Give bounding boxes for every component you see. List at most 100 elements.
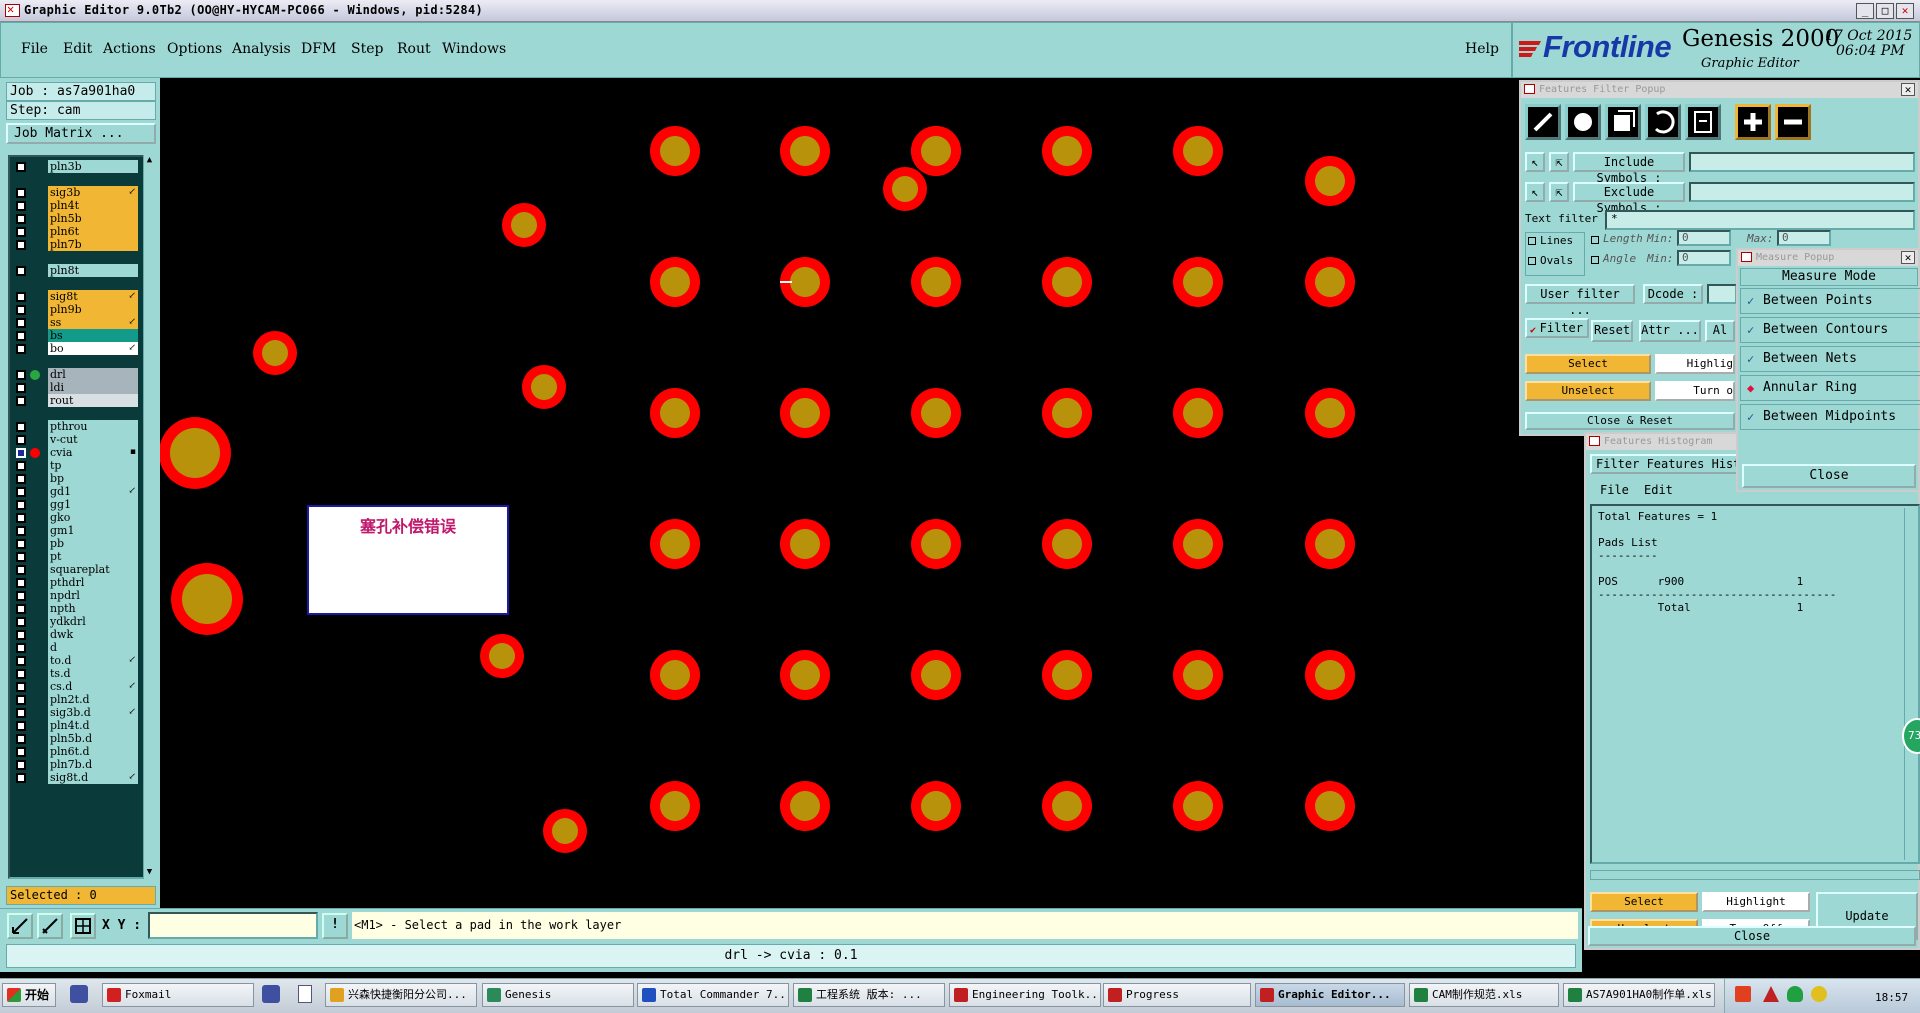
tray-s-icon[interactable] [1735,986,1751,1002]
via-pad-core[interactable] [1183,398,1213,428]
via-pad-core[interactable] [531,374,557,400]
taskbar-item[interactable]: Total Commander 7... [637,983,789,1007]
layer-row[interactable]: pln4t.d [12,719,138,733]
via-pad-core[interactable] [182,574,232,624]
layer-checkbox[interactable] [16,747,26,757]
include-pick-icon[interactable]: ↖ [1525,152,1545,172]
layer-checkbox[interactable] [16,240,26,250]
exclude-symbols-label[interactable]: Exclude Symbols : [1573,182,1685,215]
layer-checkbox[interactable] [16,708,26,718]
include-symbols-input[interactable] [1689,152,1915,172]
length-checkbox[interactable] [1591,236,1599,244]
taskbar-item[interactable]: 兴森快捷衡阳分公司... [325,983,477,1007]
layer-checkbox[interactable] [16,227,26,237]
layer-name[interactable]: pt [48,550,138,563]
via-pad-core[interactable] [1052,791,1082,821]
layer-name[interactable]: gm1 [48,524,138,537]
hist-close-button[interactable]: Close [1588,926,1916,946]
scroll-up-icon[interactable]: ▲ [145,155,154,167]
layer-checkbox[interactable] [16,656,26,666]
measure-tool-icon[interactable] [7,913,33,939]
layer-row[interactable]: pln6t.d [12,745,138,759]
layer-checkbox[interactable] [16,201,26,211]
via-pad-core[interactable] [489,643,515,669]
layer-scrollbar[interactable]: ▲ ▼ [143,155,155,879]
via-pad-core[interactable] [1315,267,1345,297]
via-pad-core[interactable] [921,267,951,297]
via-pad-core[interactable] [1052,529,1082,559]
menu-windows[interactable]: Windows [442,41,506,57]
layer-name[interactable]: squareplat [48,563,138,576]
layer-row[interactable]: pb [12,537,138,551]
dcode-input[interactable] [1707,284,1737,304]
via-pad-core[interactable] [790,791,820,821]
angle-min-input[interactable]: 0 [1677,250,1731,266]
layer-checkbox[interactable] [16,526,26,536]
layer-name[interactable]: npdrl [48,589,138,602]
histogram-menu-edit[interactable]: Edit [1644,483,1673,497]
start-button[interactable]: 开始 [2,983,56,1007]
layer-row[interactable]: pln5b [12,212,138,226]
via-pad-core[interactable] [1052,660,1082,690]
menu-step[interactable]: Step [351,41,383,57]
via-pad-core[interactable] [660,660,690,690]
text-filter-icon[interactable] [1685,104,1721,140]
layer-name[interactable]: sig8t.d ↙ [48,771,138,784]
layer-row[interactable]: bp [12,472,138,486]
layer-row[interactable]: ydkdrl [12,615,138,629]
via-pad-core[interactable] [1052,136,1082,166]
negative-polarity-icon[interactable] [1775,104,1811,140]
layer-checkbox[interactable] [16,370,26,380]
layer-name[interactable]: d [48,641,138,654]
layer-row[interactable]: bs [12,329,138,343]
layer-row[interactable]: sig3b ↙ [12,186,138,200]
angle-checkbox[interactable] [1591,256,1599,264]
layer-name[interactable]: pln5b.d [48,732,138,745]
layer-name[interactable]: cvia ▪ [48,446,138,459]
layer-checkbox[interactable] [16,318,26,328]
layer-name[interactable]: gd1 ↙ [48,485,138,498]
layer-name[interactable]: ydkdrl [48,615,138,628]
layer-row[interactable]: pthrou [12,420,138,434]
via-pad-core[interactable] [790,136,820,166]
job-matrix-button[interactable]: Job Matrix ... [6,123,156,144]
via-pad-core[interactable] [660,136,690,166]
info-icon[interactable]: ! [322,913,348,939]
close-button[interactable]: ✕ [1896,3,1914,19]
maximize-button[interactable]: □ [1876,3,1894,19]
layer-row[interactable]: drl [12,368,138,382]
measure-close-icon[interactable]: ✕ [1901,251,1915,264]
menu-dfm[interactable]: DFM [301,41,336,57]
layer-checkbox[interactable] [16,266,26,276]
measure-option[interactable]: ✓ Between Nets [1740,346,1920,372]
layer-row[interactable]: rout [12,394,138,408]
graphic-canvas[interactable] [160,78,1520,908]
via-pad-core[interactable] [892,176,918,202]
dcode-button[interactable]: Dcode : [1643,284,1703,304]
layer-name[interactable]: bp [48,472,138,485]
pad-filter-icon[interactable] [1565,104,1601,140]
layer-name[interactable]: pln5b [48,212,138,225]
filter-select-button[interactable]: Select [1525,354,1651,374]
layer-checkbox[interactable] [16,630,26,640]
layer-checkbox[interactable] [16,461,26,471]
layer-checkbox[interactable] [16,604,26,614]
layer-row[interactable]: cs.d ↙ [12,680,138,694]
via-pad-core[interactable] [1315,166,1345,196]
taskbar-item[interactable]: Progress [1103,983,1251,1007]
via-pad-core[interactable] [921,791,951,821]
via-pad-core[interactable] [660,398,690,428]
layer-row[interactable]: npdrl [12,589,138,603]
layer-checkbox[interactable] [16,539,26,549]
length-min-input[interactable]: 0 [1677,230,1731,246]
menu-file[interactable]: File [21,41,48,57]
layer-name[interactable]: ss ↙ [48,316,138,329]
taskbar-item[interactable]: Foxmail [102,983,254,1007]
layer-name[interactable]: drl [48,368,138,381]
close-reset-button[interactable]: Close & Reset [1525,412,1735,430]
layer-name[interactable]: pthdrl [48,576,138,589]
layer-name[interactable]: sig3b ↙ [48,186,138,199]
via-pad-core[interactable] [790,398,820,428]
measure-option[interactable]: ✓ Between Midpoints [1740,404,1920,430]
layer-name[interactable]: rout [48,394,138,407]
